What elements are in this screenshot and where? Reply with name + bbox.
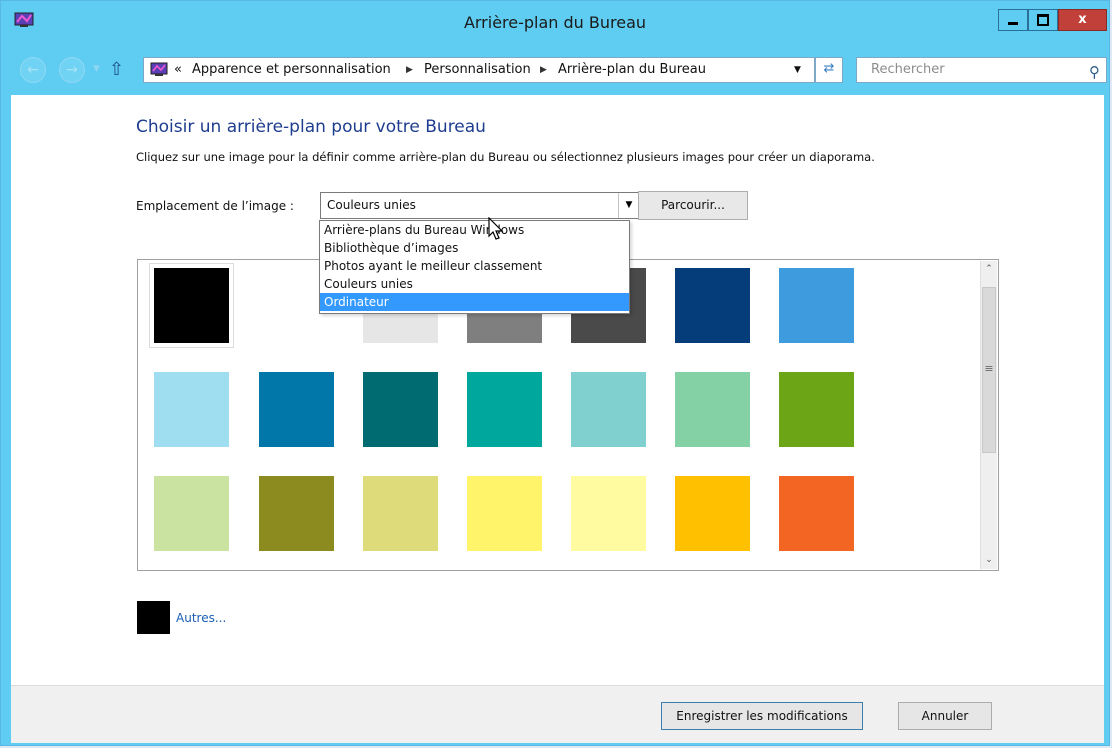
- color-swatch[interactable]: [779, 476, 854, 551]
- back-arrow-icon: ←: [27, 62, 39, 78]
- color-swatch[interactable]: [363, 372, 438, 447]
- navigation-bar: ← → ▼ ⇧ « Apparence et personnalisation …: [1, 45, 1109, 95]
- maximize-button[interactable]: [1028, 9, 1058, 31]
- color-swatch[interactable]: [571, 372, 646, 447]
- mouse-cursor-icon: [488, 217, 504, 240]
- dropdown-option-solid-colors[interactable]: Couleurs unies: [320, 275, 629, 293]
- page-description: Cliquez sur une image pour la définir co…: [136, 150, 875, 164]
- window-title: Arrière-plan du Bureau: [463, 13, 647, 32]
- forward-arrow-icon: →: [66, 62, 78, 78]
- minimize-button[interactable]: [998, 9, 1028, 31]
- search-input[interactable]: Rechercher ⚲: [856, 57, 1107, 83]
- color-swatch[interactable]: [467, 372, 542, 447]
- color-swatch[interactable]: [779, 372, 854, 447]
- breadcrumb-personnalisation[interactable]: Personnalisation: [424, 58, 531, 82]
- address-dropdown-icon[interactable]: ▼: [794, 58, 801, 82]
- footer-bar: Enregistrer les modifications Annuler: [11, 685, 1104, 743]
- color-swatch[interactable]: [675, 268, 750, 343]
- color-swatch[interactable]: [675, 476, 750, 551]
- color-swatch[interactable]: [779, 268, 854, 343]
- breadcrumb-separator-icon[interactable]: ▶: [540, 58, 547, 82]
- dropdown-option-computer[interactable]: Ordinateur: [320, 293, 629, 311]
- address-bar[interactable]: « Apparence et personnalisation ▶ Person…: [143, 57, 815, 83]
- color-swatch[interactable]: [675, 372, 750, 447]
- content-area: Choisir un arrière-plan pour votre Burea…: [11, 95, 1104, 685]
- grip-icon: ≡: [984, 362, 994, 375]
- location-label: Emplacement de l’image :: [136, 199, 294, 213]
- breadcrumb-apparence[interactable]: Apparence et personnalisation: [192, 58, 391, 82]
- title-bar: Arrière-plan du Bureau x: [1, 1, 1109, 45]
- color-swatch[interactable]: [154, 372, 229, 447]
- location-select[interactable]: Couleurs unies ▼: [320, 192, 640, 219]
- refresh-icon: ⇄: [823, 61, 835, 76]
- minimize-icon: [1008, 22, 1018, 25]
- color-swatch[interactable]: [467, 476, 542, 551]
- save-button[interactable]: Enregistrer les modifications: [661, 702, 863, 730]
- location-select-value: Couleurs unies: [327, 198, 416, 212]
- others-color-swatch[interactable]: [137, 601, 170, 634]
- page-title: Choisir un arrière-plan pour votre Burea…: [136, 117, 486, 137]
- color-swatch[interactable]: [259, 372, 334, 447]
- recent-pages-dropdown-icon[interactable]: ▼: [93, 64, 100, 74]
- maximize-icon: [1037, 14, 1049, 26]
- dropdown-option-windows-backgrounds[interactable]: Arrière-plans du Bureau Windows: [320, 221, 629, 239]
- address-prefix[interactable]: «: [174, 58, 182, 82]
- scroll-down-icon[interactable]: ⌄: [981, 552, 997, 569]
- color-swatch[interactable]: [154, 476, 229, 551]
- forward-button[interactable]: →: [59, 57, 85, 83]
- control-panel-icon: [150, 62, 168, 76]
- color-swatch[interactable]: [571, 476, 646, 551]
- close-button[interactable]: x: [1058, 9, 1107, 31]
- dropdown-option-top-rated-photos[interactable]: Photos ayant le meilleur classement: [320, 257, 629, 275]
- others-link[interactable]: Autres...: [176, 611, 226, 625]
- dropdown-option-image-library[interactable]: Bibliothèque d’images: [320, 239, 629, 257]
- search-icon[interactable]: ⚲: [1089, 60, 1100, 84]
- scroll-up-icon[interactable]: ⌃: [981, 261, 997, 278]
- chevron-down-icon[interactable]: ▼: [618, 193, 639, 218]
- back-button[interactable]: ←: [20, 57, 46, 83]
- breadcrumb-arriere-plan[interactable]: Arrière-plan du Bureau: [558, 58, 706, 82]
- scroll-thumb[interactable]: ≡: [982, 287, 996, 453]
- grid-scrollbar[interactable]: ⌃ ≡ ⌄: [980, 261, 997, 569]
- cancel-button[interactable]: Annuler: [898, 702, 992, 730]
- browse-button[interactable]: Parcourir...: [638, 191, 748, 220]
- search-placeholder: Rechercher: [871, 62, 945, 77]
- window: Arrière-plan du Bureau x ← → ▼ ⇧ « Appar…: [0, 0, 1110, 746]
- up-arrow-icon[interactable]: ⇧: [109, 59, 124, 80]
- location-dropdown-list: Arrière-plans du Bureau Windows Biblioth…: [319, 220, 630, 314]
- color-swatch[interactable]: [154, 268, 229, 343]
- breadcrumb-separator-icon[interactable]: ▶: [406, 58, 413, 82]
- color-swatch[interactable]: [259, 476, 334, 551]
- color-swatch[interactable]: [363, 476, 438, 551]
- refresh-button[interactable]: ⇄: [815, 57, 843, 83]
